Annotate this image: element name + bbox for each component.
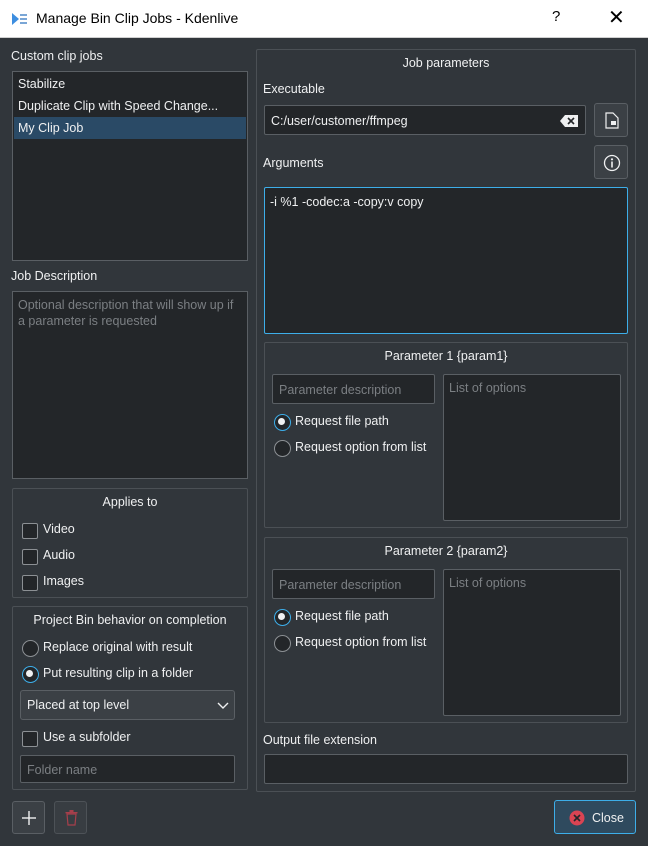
job-description-placeholder: Optional description that will show up i…: [18, 298, 234, 328]
job-description-label: Job Description: [11, 269, 98, 283]
custom-jobs-label: Custom clip jobs: [11, 49, 103, 63]
chevron-down-icon: [217, 702, 229, 709]
output-extension-input[interactable]: [264, 754, 628, 784]
close-circle-icon: [569, 810, 585, 826]
parameter-1-file-label: Request file path: [295, 414, 389, 428]
job-item-my-clip-job[interactable]: My Clip Job: [14, 117, 246, 139]
arguments-value: -i %1 -codec:a -copy:v copy: [270, 195, 424, 209]
parameter-2-group: Parameter 2 {param2} Parameter descripti…: [264, 537, 628, 723]
parameter-2-description-input[interactable]: Parameter description: [272, 569, 435, 599]
bin-behavior-title: Project Bin behavior on completion: [33, 613, 227, 627]
plus-icon: [22, 811, 36, 825]
arguments-label: Arguments: [263, 156, 324, 170]
job-description-field[interactable]: Optional description that will show up i…: [12, 291, 248, 479]
parameter-2-description-placeholder: Parameter description: [279, 578, 402, 592]
parameter-1-list-label: Request option from list: [295, 440, 427, 454]
parameter-1-description-input[interactable]: Parameter description: [272, 374, 435, 404]
clear-text-icon[interactable]: [559, 114, 579, 128]
executable-label: Executable: [263, 82, 325, 96]
window-close-button[interactable]: ✕: [608, 5, 625, 30]
put-in-folder-label: Put resulting clip in a folder: [43, 666, 194, 680]
use-subfolder-label: Use a subfolder: [43, 730, 131, 744]
open-file-icon: [605, 112, 619, 129]
parameter-1-group: Parameter 1 {param1} Parameter descripti…: [264, 342, 628, 528]
parameter-2-list-radio[interactable]: [274, 635, 291, 652]
trash-icon: [65, 810, 78, 826]
close-button-label: Close: [592, 811, 624, 825]
audio-label: Audio: [43, 548, 75, 562]
bin-behavior-group: Project Bin behavior on completion Repla…: [12, 606, 248, 790]
video-checkbox[interactable]: [22, 523, 38, 539]
parameter-1-file-radio[interactable]: [274, 414, 291, 431]
executable-input[interactable]: C:/user/customer/ffmpeg: [264, 105, 586, 135]
images-checkbox[interactable]: [22, 575, 38, 591]
title-bar: Manage Bin Clip Jobs - Kdenlive ? ✕: [0, 0, 648, 38]
parameter-1-options-placeholder: List of options: [449, 381, 527, 395]
placement-select-value: Placed at top level: [27, 698, 130, 712]
replace-original-radio[interactable]: [22, 640, 39, 657]
use-subfolder-checkbox[interactable]: [22, 731, 38, 747]
add-job-button[interactable]: [12, 801, 45, 834]
parameter-2-options-list[interactable]: List of options: [443, 569, 621, 716]
applies-to-title: Applies to: [102, 495, 158, 509]
output-extension-label: Output file extension: [263, 733, 377, 747]
job-item-duplicate-speed[interactable]: Duplicate Clip with Speed Change...: [14, 95, 246, 117]
replace-original-label: Replace original with result: [43, 640, 193, 654]
delete-job-button[interactable]: [54, 801, 87, 834]
help-button[interactable]: ?: [552, 8, 560, 25]
audio-checkbox[interactable]: [22, 549, 38, 565]
window-title: Manage Bin Clip Jobs - Kdenlive: [36, 10, 239, 26]
put-in-folder-radio[interactable]: [22, 666, 39, 683]
parameter-2-list-label: Request option from list: [295, 635, 427, 649]
parameter-2-file-label: Request file path: [295, 609, 389, 623]
parameter-2-title: Parameter 2 {param2}: [384, 544, 508, 558]
custom-jobs-list[interactable]: Stabilize Duplicate Clip with Speed Chan…: [12, 71, 248, 261]
job-item-stabilize[interactable]: Stabilize: [14, 73, 246, 95]
video-label: Video: [43, 522, 75, 536]
job-parameters-group: Job parameters Executable C:/user/custom…: [256, 49, 636, 792]
info-icon: [603, 154, 621, 172]
parameter-1-list-radio[interactable]: [274, 440, 291, 457]
kdenlive-logo-icon: [12, 13, 27, 25]
folder-name-input[interactable]: Folder name: [20, 755, 235, 783]
parameter-2-file-radio[interactable]: [274, 609, 291, 626]
applies-to-group: Applies to Video Audio Images: [12, 488, 248, 598]
parameter-1-description-placeholder: Parameter description: [279, 383, 402, 397]
arguments-info-button[interactable]: [594, 145, 628, 179]
placement-select[interactable]: Placed at top level: [20, 690, 235, 720]
parameter-2-options-placeholder: List of options: [449, 576, 527, 590]
close-button[interactable]: Close: [554, 800, 636, 834]
parameter-1-title: Parameter 1 {param1}: [384, 349, 508, 363]
executable-value: C:/user/customer/ffmpeg: [271, 114, 408, 128]
job-parameters-title: Job parameters: [402, 56, 490, 70]
browse-executable-button[interactable]: [594, 103, 628, 137]
folder-name-placeholder: Folder name: [27, 763, 98, 777]
arguments-textarea[interactable]: -i %1 -codec:a -copy:v copy: [264, 187, 628, 334]
images-label: Images: [43, 574, 84, 588]
parameter-1-options-list[interactable]: List of options: [443, 374, 621, 521]
